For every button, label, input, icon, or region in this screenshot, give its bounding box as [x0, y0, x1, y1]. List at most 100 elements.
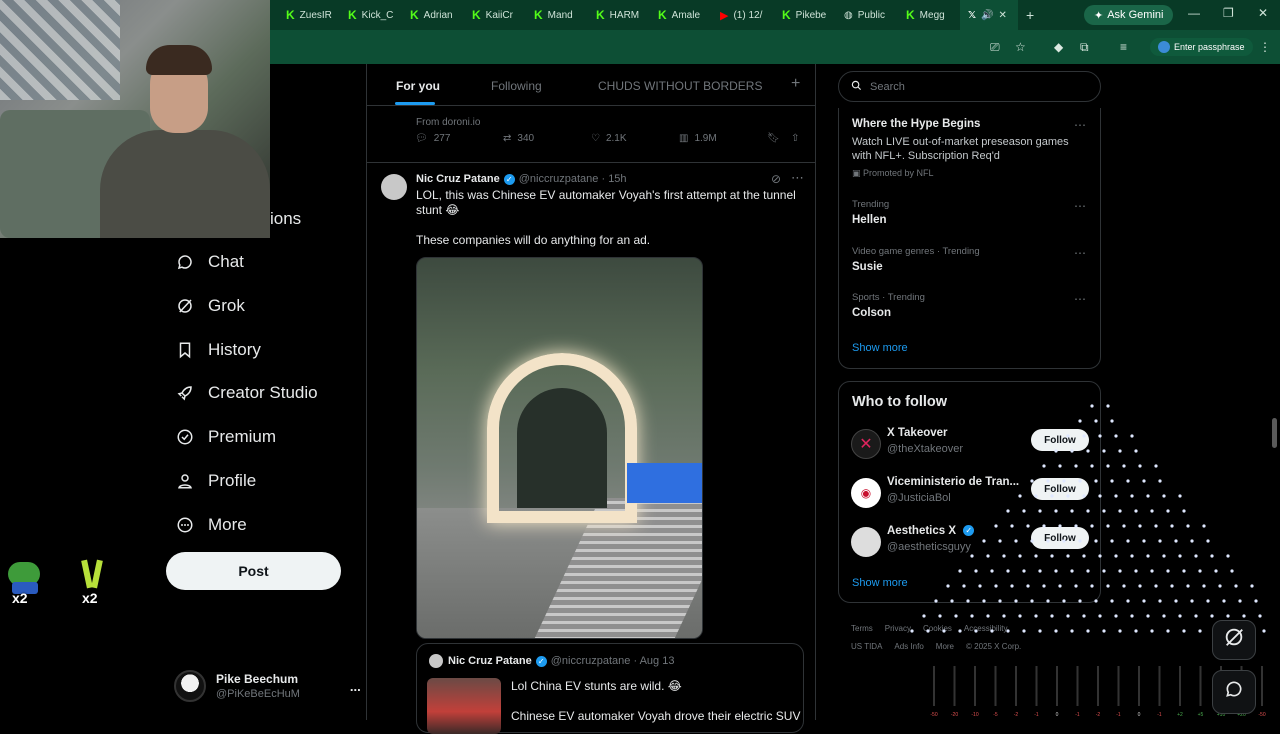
footer-link[interactable]: More	[936, 642, 954, 651]
browser-tab[interactable]: K ZuesIR	[278, 0, 340, 30]
tweet-time[interactable]: · 15h	[601, 173, 626, 185]
tab-chuds-without-borders[interactable]: CHUDS WITHOUT BORDERS	[598, 79, 762, 93]
search-input[interactable]: Search	[838, 71, 1101, 102]
more-circle-icon	[176, 516, 194, 534]
author-handle[interactable]: @niccruzpatane	[519, 173, 599, 185]
overlay-dot	[1066, 614, 1070, 618]
overlay-dot	[1230, 569, 1234, 573]
overlay-dot	[954, 614, 958, 618]
overlay-dot	[1258, 614, 1262, 618]
browser-tab[interactable]: K HARM	[588, 0, 650, 30]
nav-item-partial[interactable]: ions	[270, 209, 301, 229]
mixer-label: 0	[1056, 712, 1059, 718]
trend-more-icon[interactable]: ⋯	[1074, 292, 1086, 306]
footer-link[interactable]: Terms	[851, 624, 873, 633]
tab-following[interactable]: Following	[491, 79, 542, 93]
close-tab-icon[interactable]: ✕	[999, 10, 1007, 21]
footer-link[interactable]: Ads Info	[894, 642, 923, 651]
browser-tab[interactable]: ◍ Public	[836, 0, 898, 30]
nav-item-more[interactable]: More	[176, 515, 247, 535]
browser-tab[interactable]: K Amale	[650, 0, 712, 30]
author-name[interactable]: Nic Cruz Patane	[416, 173, 500, 185]
overlay-dot	[1182, 629, 1186, 633]
show-more-link[interactable]: Show more	[852, 577, 908, 589]
browser-tab[interactable]: K KaiiCr	[464, 0, 526, 30]
bookmark-button[interactable]: 🔖︎	[767, 133, 780, 144]
like-button[interactable]: ♡ 2.1K	[591, 133, 627, 144]
browser-tab[interactable]: K Pikebe	[774, 0, 836, 30]
messages-float-button[interactable]	[1212, 670, 1256, 714]
share-button[interactable]: ⇧	[791, 133, 799, 144]
browser-tab[interactable]: K Kick_C	[340, 0, 402, 30]
footer-link[interactable]: Cookies	[923, 624, 952, 633]
add-tab-icon[interactable]: +	[791, 75, 800, 93]
nav-item-history[interactable]: History	[176, 340, 261, 360]
new-tab-button[interactable]: +	[1018, 0, 1048, 30]
post-button[interactable]: Post	[166, 552, 341, 590]
overlay-dot	[1018, 614, 1022, 618]
nav-item-creator-studio[interactable]: Creator Studio	[176, 383, 318, 403]
extension-icon[interactable]: ◆	[1054, 40, 1063, 54]
trend-more-icon[interactable]: ⋯	[1074, 118, 1086, 132]
nav-item-chat[interactable]: Chat	[176, 252, 244, 272]
tab-for-you[interactable]: For you	[396, 79, 440, 93]
more-dots-icon[interactable]: ...	[350, 679, 361, 694]
gemini-icon: ✦	[1094, 9, 1104, 22]
overlay-dot	[1254, 599, 1258, 603]
scrollbar[interactable]	[1269, 64, 1280, 720]
media-control-icon[interactable]: ≡	[1120, 40, 1127, 54]
trend-item-promoted[interactable]: Where the Hype Begins Watch LIVE out-of-…	[852, 118, 1092, 179]
nav-item-profile[interactable]: Profile	[176, 471, 256, 491]
nav-item-premium[interactable]: Premium	[176, 427, 276, 447]
scrollbar-thumb[interactable]	[1272, 418, 1277, 448]
browser-tab-active[interactable]: 𝕏 🔊 ✕	[960, 0, 1018, 30]
follow-suggestion[interactable]: ◉ Viceministerio de Tran... @JusticiaBol…	[851, 476, 1091, 512]
puzzle-icon[interactable]: ⧉	[1080, 40, 1089, 55]
browser-tab[interactable]: K Megg	[898, 0, 960, 30]
footer-link[interactable]: Privacy	[885, 624, 911, 633]
avatar[interactable]	[381, 174, 407, 200]
trend-item[interactable]: Trending Hellen ⋯	[852, 199, 1092, 226]
follow-button[interactable]: Follow	[1031, 429, 1089, 451]
account-switcher[interactable]: Pike Beechum @PiKeBeEcHuM ...	[174, 670, 361, 702]
trend-item[interactable]: Video game genres · Trending Susie ⋯	[852, 246, 1092, 273]
grok-explain-icon[interactable]: ⊘	[771, 172, 781, 186]
overlay-dot	[1262, 629, 1266, 633]
bookmark-star-icon[interactable]: ☆	[1015, 40, 1026, 54]
cast-icon[interactable]: ⎚	[990, 40, 1000, 55]
grok-float-button[interactable]	[1212, 620, 1256, 660]
views-button[interactable]: ▥ 1.9M	[679, 133, 717, 144]
footer-links: Terms Privacy Cookies Accessibility US TIDA…	[851, 620, 1101, 656]
tweet-more-icon[interactable]: ⋯	[791, 170, 804, 186]
profile-icon	[1158, 41, 1170, 53]
overlay-dot	[1146, 494, 1150, 498]
footer-link[interactable]: US TIDA	[851, 642, 882, 651]
browser-tab[interactable]: ▶ (1) 12/	[712, 0, 774, 30]
maximize-icon[interactable]: ❐	[1223, 6, 1234, 20]
close-window-icon[interactable]: ✕	[1258, 6, 1268, 20]
trend-item[interactable]: Sports · Trending Colson ⋯	[852, 292, 1092, 319]
browser-tab[interactable]: K Adrian	[402, 0, 464, 30]
follow-suggestion[interactable]: Aesthetics X ✓ @aestheticsguyy Follow	[851, 525, 1091, 561]
overlay-dot	[1166, 629, 1170, 633]
show-more-link[interactable]: Show more	[852, 342, 908, 354]
who-to-follow-panel: Who to follow ✕ X Takeover @theXtakeover…	[838, 381, 1101, 603]
tweet-video[interactable]	[416, 257, 703, 639]
ask-gemini-button[interactable]: ✦ Ask Gemini	[1084, 5, 1174, 25]
follow-suggestion[interactable]: ✕ X Takeover @theXtakeover Follow	[851, 427, 1091, 463]
overlay-dot	[1150, 629, 1154, 633]
account-name: Pike Beechum	[216, 672, 299, 686]
enter-passphrase-button[interactable]: Enter passphrase	[1150, 38, 1253, 56]
minimize-icon[interactable]: —	[1188, 6, 1200, 20]
footer-link[interactable]: Accessibility	[964, 624, 1008, 633]
nav-item-grok[interactable]: Grok	[176, 296, 245, 316]
overlay-dot	[1050, 614, 1054, 618]
kebab-menu-icon[interactable]: ⋮	[1259, 40, 1271, 54]
repost-button[interactable]: ⇄ 340	[503, 133, 534, 144]
trend-more-icon[interactable]: ⋯	[1074, 199, 1086, 213]
reply-button[interactable]: 💬︎ 277	[415, 133, 450, 144]
trend-more-icon[interactable]: ⋯	[1074, 246, 1086, 260]
browser-tab[interactable]: K Mand	[526, 0, 588, 30]
follow-button[interactable]: Follow	[1031, 478, 1089, 500]
follow-button[interactable]: Follow	[1031, 527, 1089, 549]
